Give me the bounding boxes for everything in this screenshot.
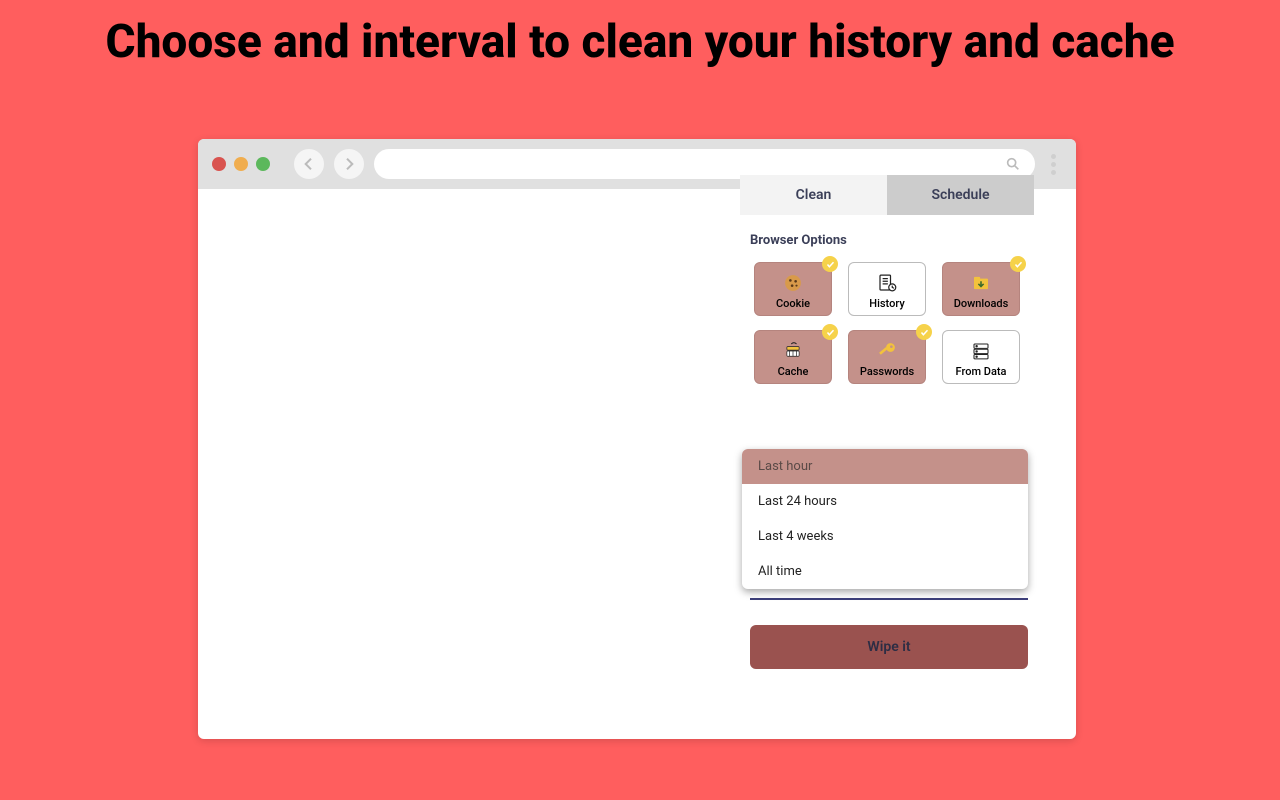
interval-option-last-hour[interactable]: Last hour	[742, 449, 1028, 484]
extension-panel: Clean Schedule Browser Options Cookie	[740, 175, 1034, 384]
history-icon	[873, 271, 901, 295]
interval-dropdown: Last hour Last 24 hours Last 4 weeks All…	[742, 449, 1028, 589]
page-heading: Choose and interval to clean your histor…	[0, 0, 1280, 72]
section-title: Browser Options	[740, 215, 1034, 258]
option-label: Cache	[778, 365, 809, 378]
option-downloads[interactable]: Downloads	[942, 262, 1020, 316]
search-icon	[1005, 156, 1021, 172]
back-button[interactable]	[294, 149, 324, 179]
check-icon	[1010, 256, 1026, 272]
forward-button[interactable]	[334, 149, 364, 179]
interval-option-all-time[interactable]: All time	[742, 554, 1028, 589]
option-label: Cookie	[776, 297, 810, 310]
check-icon	[822, 256, 838, 272]
wipe-button[interactable]: Wipe it	[750, 625, 1028, 669]
browser-window: Clean Schedule Browser Options Cookie	[198, 139, 1076, 739]
close-icon[interactable]	[212, 157, 226, 171]
option-label: History	[869, 297, 904, 310]
option-cache[interactable]: Cache	[754, 330, 832, 384]
check-icon	[822, 324, 838, 340]
maximize-icon[interactable]	[256, 157, 270, 171]
browser-menu-icon[interactable]	[1045, 154, 1062, 175]
option-label: Passwords	[860, 365, 914, 378]
tab-schedule[interactable]: Schedule	[887, 175, 1034, 215]
key-icon	[873, 339, 901, 363]
tab-clean[interactable]: Clean	[740, 175, 887, 215]
option-label: From Data	[956, 365, 1007, 378]
option-formdata[interactable]: From Data	[942, 330, 1020, 384]
option-history[interactable]: History	[848, 262, 926, 316]
divider	[750, 598, 1028, 600]
cookie-icon	[779, 271, 807, 295]
formdata-icon	[967, 339, 995, 363]
cache-icon	[779, 339, 807, 363]
interval-option-last-24-hours[interactable]: Last 24 hours	[742, 484, 1028, 519]
downloads-icon	[967, 271, 995, 295]
option-label: Downloads	[954, 297, 1009, 310]
minimize-icon[interactable]	[234, 157, 248, 171]
window-controls	[212, 157, 270, 171]
option-passwords[interactable]: Passwords	[848, 330, 926, 384]
tabs: Clean Schedule	[740, 175, 1034, 215]
browser-options-grid: Cookie History Download	[740, 258, 1034, 384]
interval-option-last-4-weeks[interactable]: Last 4 weeks	[742, 519, 1028, 554]
option-cookie[interactable]: Cookie	[754, 262, 832, 316]
check-icon	[916, 324, 932, 340]
